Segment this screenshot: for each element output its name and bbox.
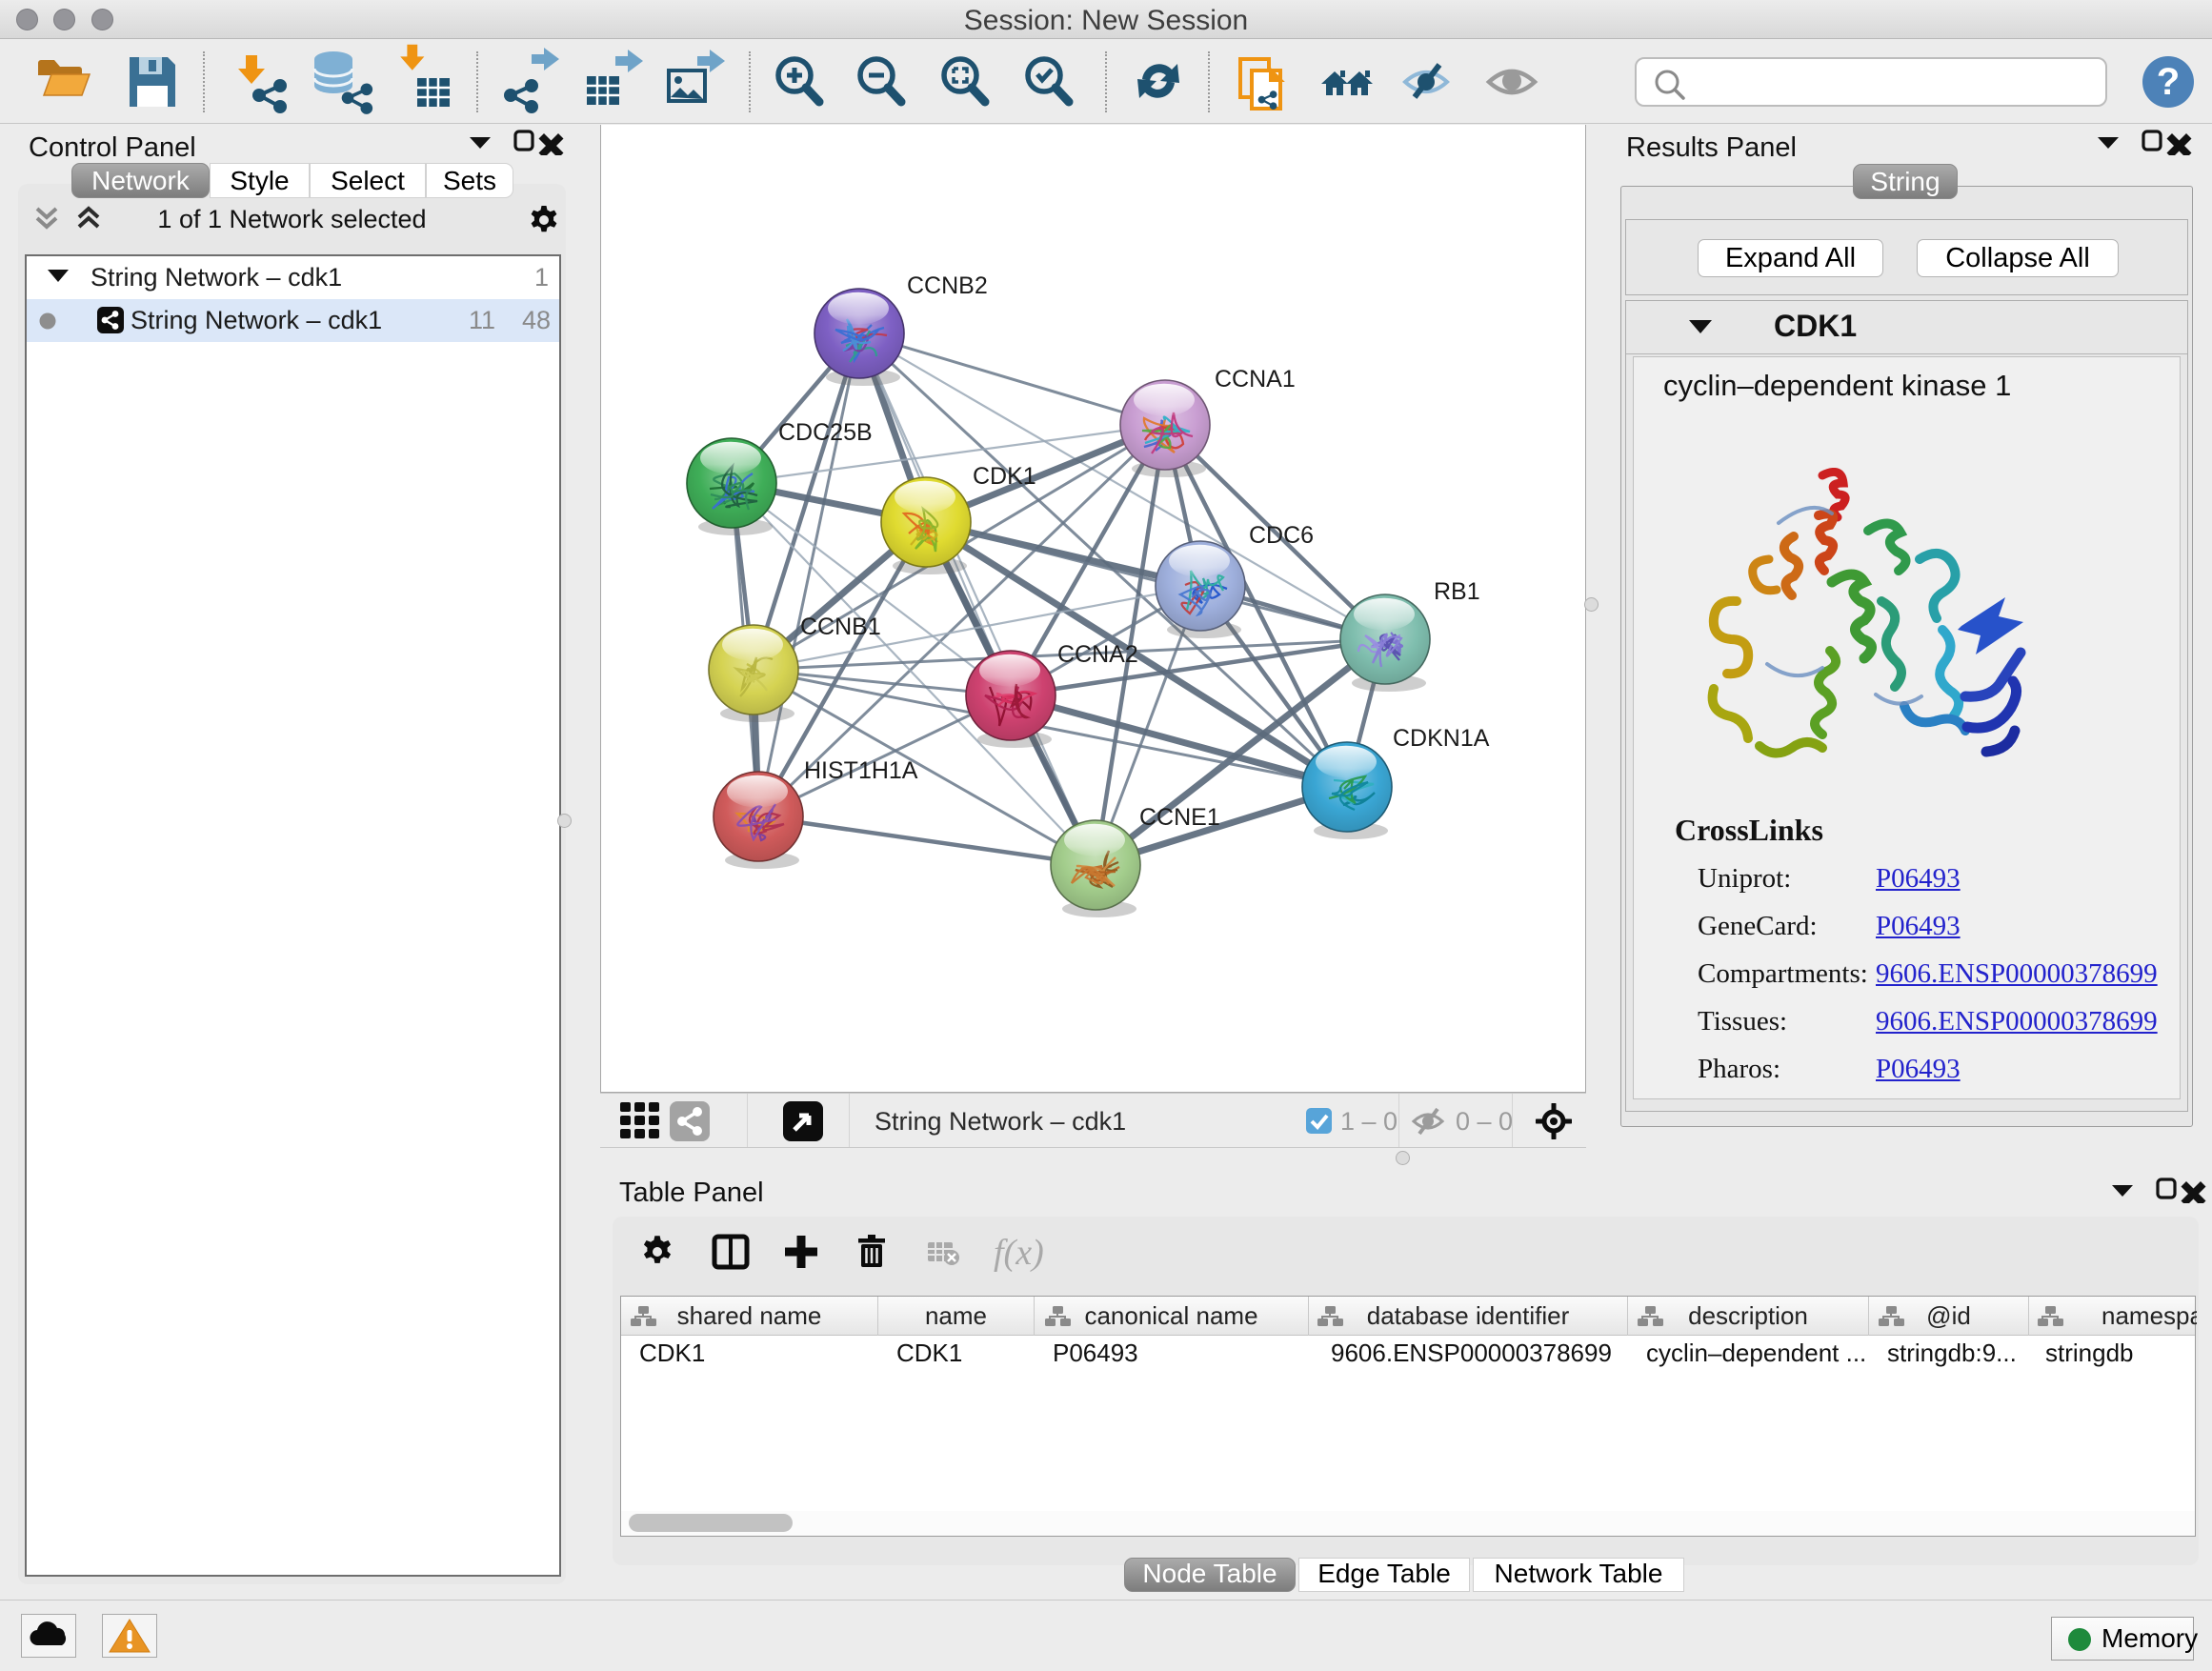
svg-text:CDK1: CDK1 [973, 463, 1036, 490]
svg-text:CDKN1A: CDKN1A [1393, 725, 1490, 752]
svg-text:CDC25B: CDC25B [778, 419, 873, 446]
svg-text:CCNA2: CCNA2 [1057, 641, 1138, 668]
svg-text:RB1: RB1 [1434, 578, 1480, 605]
svg-text:f(x): f(x) [994, 1233, 1044, 1273]
svg-text:CCNB1: CCNB1 [800, 614, 881, 640]
svg-text:HIST1H1A: HIST1H1A [804, 757, 918, 784]
svg-text:CDC6: CDC6 [1249, 522, 1314, 549]
svg-text:CCNA1: CCNA1 [1215, 366, 1296, 393]
svg-text:CCNE1: CCNE1 [1139, 804, 1220, 831]
svg-text:CCNB2: CCNB2 [907, 272, 988, 299]
